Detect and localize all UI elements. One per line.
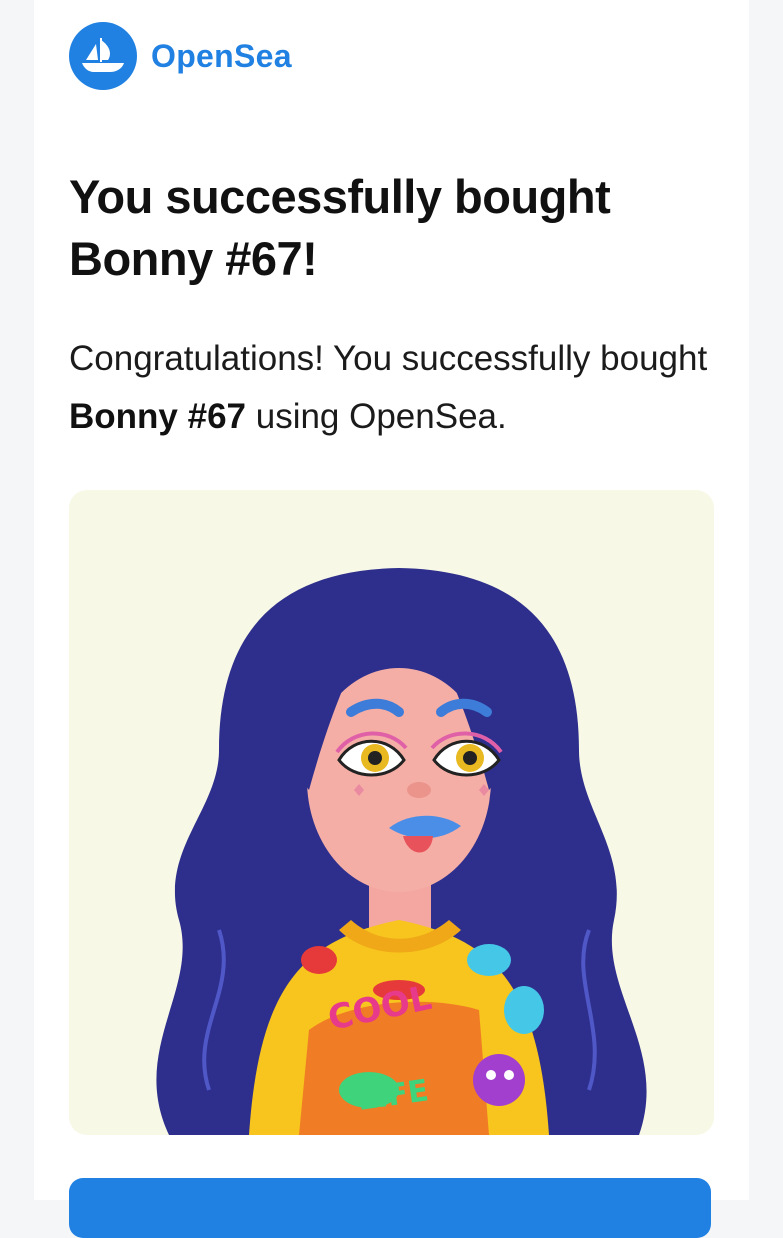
nft-image[interactable]: COOL LIFE xyxy=(69,490,714,1135)
body-suffix: using OpenSea. xyxy=(246,397,507,436)
body-prefix: Congratulations! You successfully bought xyxy=(69,339,708,378)
opensea-logo[interactable]: OpenSea xyxy=(69,22,292,90)
view-purchase-button[interactable] xyxy=(69,1178,711,1238)
opensea-boat-icon xyxy=(69,22,137,90)
brand-name: OpenSea xyxy=(151,37,292,74)
email-card: OpenSea You successfully bought Bonny #6… xyxy=(34,0,749,1238)
item-name: Bonny #67 xyxy=(69,397,246,436)
congratulations-message: Congratulations! You successfully bought… xyxy=(69,330,719,446)
page-title: You successfully bought Bonny #67! xyxy=(69,170,611,285)
